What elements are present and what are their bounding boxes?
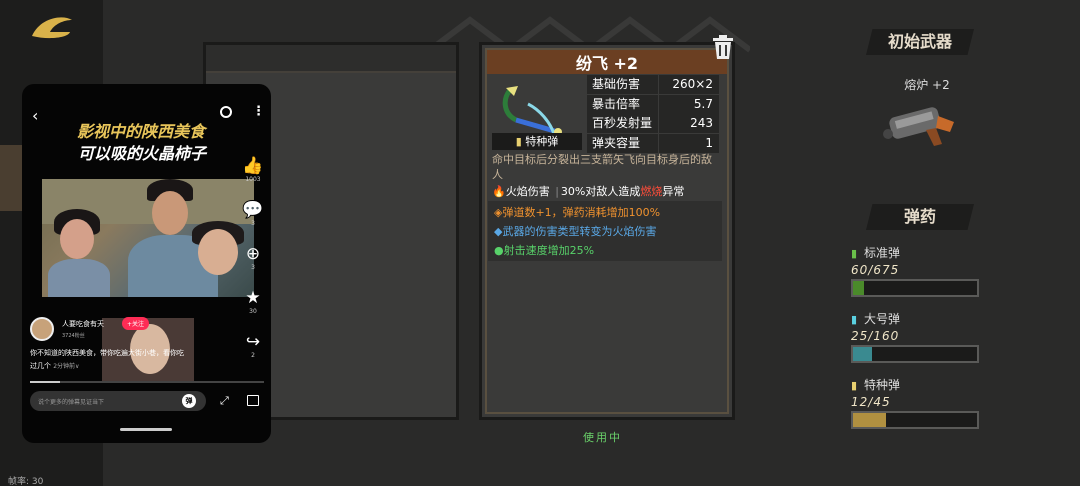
share-button[interactable]: ↪ 2	[238, 332, 268, 359]
ammo-bar-fill	[853, 413, 887, 427]
special-ammo-icon: ▮	[851, 379, 858, 392]
author-name[interactable]: 人要吃食有天	[62, 319, 104, 329]
in-use-label: 使用中	[583, 431, 622, 444]
fire-icon: 🔥	[492, 185, 506, 198]
tea-cup-icon: ⊕	[245, 244, 261, 264]
weapon-name: 纷飞 +2	[575, 54, 639, 73]
ammo-special: ▮ 特种弹 12/45	[851, 376, 979, 429]
video-frame[interactable]	[42, 179, 254, 297]
pip-icon[interactable]	[247, 395, 259, 406]
modifier-item: ●射击速度增加25%	[494, 244, 595, 257]
video-description-cont: 过几个 2分钟前∨	[30, 362, 80, 370]
star-icon: ★	[245, 288, 261, 308]
stat-row: 暴击倍率 5.7	[587, 94, 719, 114]
gift-button[interactable]: ⊕ 3	[238, 244, 268, 271]
special-ammo-icon: ▮	[515, 135, 522, 148]
home-indicator	[120, 428, 172, 431]
danmaku-badge[interactable]: 弹	[182, 394, 196, 408]
large-ammo-icon: ▮	[851, 313, 858, 326]
ammo-bar	[851, 279, 979, 297]
favorite-button[interactable]: ★ 30	[238, 288, 268, 315]
stat-row: 基础伤害 260×2	[587, 75, 719, 94]
slot-header	[206, 45, 456, 73]
video-title-line2: 可以吸的火晶柿子	[78, 144, 207, 163]
initial-weapon-banner: 初始武器	[866, 29, 974, 55]
ammo-banner: 弹药	[866, 204, 974, 230]
ammo-large: ▮ 大号弹 25/160	[851, 310, 979, 363]
comment-input[interactable]: 说个更多的弹幕见证当下 弹	[30, 391, 206, 411]
search-icon[interactable]	[220, 106, 232, 118]
modifier-item: ◆武器的伤害类型转变为火焰伤害	[494, 225, 657, 238]
thumbs-up-icon: 👍	[242, 156, 264, 176]
ammo-bar-fill	[853, 281, 865, 295]
more-icon[interactable]: ⋮	[252, 105, 265, 118]
video-progress[interactable]	[30, 381, 264, 383]
video-title-line1: 影视中的陕西美食	[77, 122, 206, 141]
weapon-modifiers: ◈弹道数+1，弹药消耗增加100% ◆武器的伤害类型转变为火焰伤害 ●射击速度增…	[488, 201, 722, 261]
ammo-bar	[851, 345, 979, 363]
ammo-bar	[851, 411, 979, 429]
game-logo-icon	[32, 17, 72, 39]
trash-icon[interactable]	[711, 34, 735, 60]
weapon-stats: 基础伤害 260×2 暴击倍率 5.7 百秒发射量 243 弹夹容量 1	[587, 75, 719, 153]
ammo-type-chip: ▮ 特种弹	[492, 133, 582, 150]
video-description: 你不知道的陕西美食，带你吃遍大街小巷，看你吃	[30, 349, 184, 357]
stat-row: 百秒发射量 243	[587, 114, 719, 133]
avatar[interactable]	[30, 317, 54, 341]
back-icon[interactable]: ‹	[32, 106, 38, 125]
follow-button[interactable]: +关注	[122, 317, 150, 330]
sidebar-accent	[0, 145, 24, 211]
video-overlay[interactable]: ‹ ⋮ 影视中的陕西美食 可以吸的火晶柿子 👍 1003 💬 3 ⊕ 3 ★ 3…	[22, 84, 271, 443]
comment-icon: 💬	[242, 200, 264, 220]
ammo-standard: ▮ 标准弹 60/675	[851, 244, 979, 297]
fps-counter: 帧率: 30	[8, 477, 44, 486]
share-icon: ↪	[245, 332, 261, 352]
furnace-gun-icon[interactable]	[880, 98, 960, 150]
like-button[interactable]: 👍 1003	[238, 156, 268, 183]
ammo-bar-fill	[853, 347, 873, 361]
modifier-item: ◈弹道数+1，弹药消耗增加100%	[494, 206, 661, 219]
comment-button[interactable]: 💬 3	[238, 200, 268, 227]
standard-ammo-icon: ▮	[851, 247, 858, 260]
expand-icon[interactable]: ⤢	[220, 394, 229, 408]
initial-weapon-name: 熔炉 +2	[904, 78, 950, 92]
fan-count: 3724粉丝	[62, 333, 85, 339]
weapon-description: 命中目标后分裂出三支箭矢飞向目标身后的敌人	[492, 153, 712, 181]
damage-tags: 🔥火焰伤害 | 30%对敌人造成燃烧异常	[492, 185, 685, 198]
stat-row: 弹夹容量 1	[587, 133, 719, 153]
